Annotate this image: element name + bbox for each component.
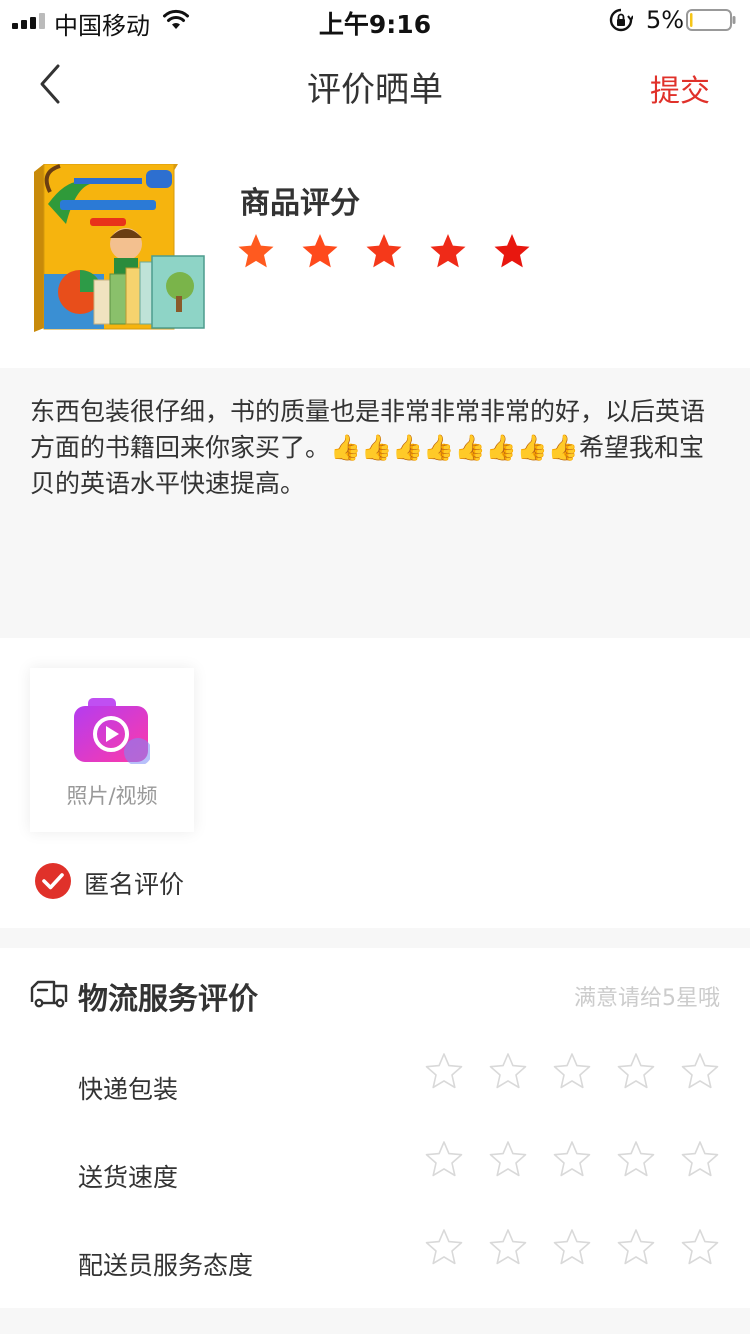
star-icon[interactable] (424, 1228, 464, 1268)
star-icon[interactable] (300, 232, 340, 272)
logistics-row-packaging: 快递包装 (0, 1052, 750, 1112)
speed-star-rating[interactable] (424, 1140, 724, 1180)
star-icon[interactable] (424, 1052, 464, 1092)
logistics-row-speed: 送货速度 (0, 1140, 750, 1200)
star-icon[interactable] (680, 1052, 720, 1092)
star-icon[interactable] (364, 232, 404, 272)
logistics-row-courier: 配送员服务态度 (0, 1228, 750, 1288)
anonymous-checkbox[interactable] (34, 862, 72, 900)
star-icon[interactable] (492, 232, 532, 272)
star-icon[interactable] (616, 1052, 656, 1092)
star-icon[interactable] (424, 1140, 464, 1180)
review-input-area[interactable]: 东西包装很仔细，书的质量也是非常非常非常的好，以后英语方面的书籍回来你家买了。👍… (0, 368, 750, 638)
courier-star-rating[interactable] (424, 1228, 724, 1268)
truck-icon (30, 980, 68, 1008)
star-icon[interactable] (680, 1228, 720, 1268)
logistics-rating-section: 物流服务评价 满意请给5星哦 快递包装 送货速度 配送员服务态度 (0, 948, 750, 1308)
review-text[interactable]: 东西包装很仔细，书的质量也是非常非常非常的好，以后英语方面的书籍回来你家买了。👍… (30, 394, 722, 502)
star-icon[interactable] (552, 1052, 592, 1092)
star-icon[interactable] (488, 1140, 528, 1180)
star-icon[interactable] (680, 1140, 720, 1180)
logistics-row-label: 送货速度 (78, 1163, 179, 1192)
star-icon[interactable] (552, 1140, 592, 1180)
logistics-row-label: 配送员服务态度 (78, 1251, 254, 1280)
rotation-lock-icon (609, 8, 633, 32)
star-icon[interactable] (488, 1052, 528, 1092)
product-rating-section: 商品评分 (0, 128, 750, 368)
product-rating-label: 商品评分 (240, 186, 360, 221)
camera-icon (74, 698, 150, 764)
star-icon[interactable] (616, 1140, 656, 1180)
logistics-hint: 满意请给5星哦 (574, 986, 720, 1011)
logistics-row-label: 快递包装 (78, 1075, 179, 1104)
star-icon[interactable] (428, 232, 468, 272)
status-bar: 中国移动 上午9:16 5% (0, 0, 750, 40)
star-icon[interactable] (552, 1228, 592, 1268)
anonymous-label[interactable]: 匿名评价 (84, 865, 184, 901)
star-icon[interactable] (616, 1228, 656, 1268)
product-image (34, 164, 205, 332)
star-icon[interactable] (488, 1228, 528, 1268)
upload-media-button[interactable]: 照片/视频 (30, 668, 194, 832)
logistics-title: 物流服务评价 (78, 982, 258, 1017)
submit-button[interactable]: 提交 (650, 66, 710, 110)
battery-icon (686, 9, 736, 31)
clock: 上午9:16 (318, 10, 432, 39)
star-icon[interactable] (236, 232, 276, 272)
upload-media-label: 照片/视频 (66, 784, 158, 808)
media-section: 照片/视频 匿名评价 (0, 638, 750, 928)
page-title: 评价晒单 (307, 70, 443, 110)
nav-bar: 评价晒单 提交 (0, 40, 750, 128)
battery-percent: 5% (646, 6, 685, 34)
packaging-star-rating[interactable] (424, 1052, 724, 1092)
